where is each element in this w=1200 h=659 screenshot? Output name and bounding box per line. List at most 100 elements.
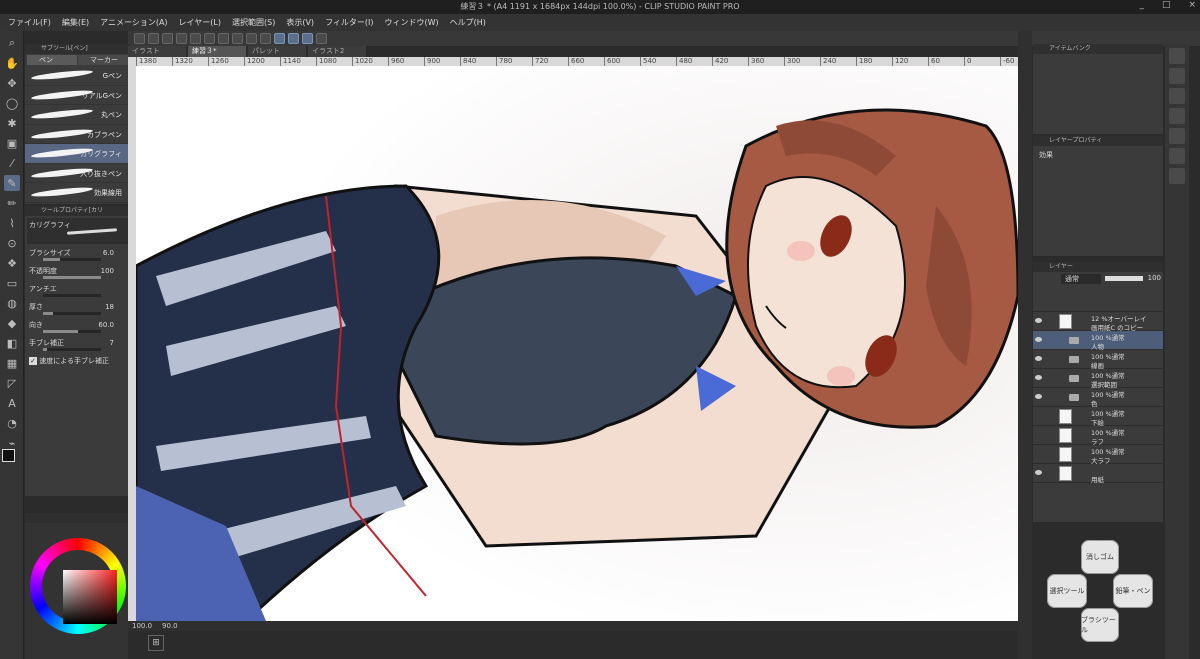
brush-item[interactable]: Gペン [25,66,130,86]
opacity-value[interactable]: 100 [1148,274,1161,282]
undo-icon[interactable] [190,33,201,44]
open-file-icon[interactable] [148,33,159,44]
document-tab[interactable]: 練習３* [188,46,246,57]
eye-icon[interactable] [1035,470,1042,475]
foreground-color[interactable] [2,449,15,462]
info-panel-icon[interactable] [1169,88,1185,104]
save-icon[interactable] [162,33,173,44]
hand-icon[interactable]: ✋ [4,55,20,71]
layer-row[interactable]: 100 %通常色 [1033,388,1163,408]
figure-icon[interactable]: ◧ [4,335,20,351]
settings-icon[interactable] [316,33,327,44]
layer-row[interactable]: 100 %通常 大ラフ [1033,445,1163,465]
dpad-pen-button[interactable]: 鉛筆・ペン [1113,574,1153,608]
airbrush-icon[interactable]: ⊙ [4,235,20,251]
snap-grid-icon[interactable] [302,33,313,44]
brush-item[interactable]: 丸ペン [25,105,130,125]
transform-icon[interactable] [232,33,243,44]
brush-icon[interactable]: ⌇ [4,215,20,231]
dpad-selection-button[interactable]: 選択ツール [1047,574,1087,608]
layer-search-icon[interactable] [1169,168,1185,184]
ruler-icon[interactable]: ◸ [4,375,20,391]
saturation-value-square[interactable] [63,570,117,624]
sub-view-panel-icon[interactable] [1169,68,1185,84]
menu-animation[interactable]: アニメーション(A) [100,17,167,28]
menu-layer[interactable]: レイヤー(L) [179,17,221,28]
snap-special-ruler-icon[interactable] [288,33,299,44]
eye-icon[interactable] [1035,337,1042,342]
navigator-panel-icon[interactable] [1169,48,1185,64]
eye-icon[interactable] [1035,356,1042,361]
eraser-icon[interactable]: ▭ [4,275,20,291]
blend-icon[interactable]: ◍ [4,295,20,311]
gradient-icon[interactable]: ▣ [4,135,20,151]
property-value[interactable]: 100 [101,267,114,275]
property-row[interactable]: アンチエ [25,282,130,300]
print-icon[interactable] [176,33,187,44]
invert-selection-icon[interactable] [260,33,271,44]
menu-window[interactable]: ウィンドウ(W) [385,17,439,28]
fill-icon[interactable]: ◆ [4,315,20,331]
eye-icon[interactable] [1035,394,1042,399]
layer-row[interactable]: 100 %通常 線画 [1033,350,1163,370]
menu-selection[interactable]: 選択範囲(S) [232,17,275,28]
brush-item[interactable]: カブラペン [25,125,130,144]
brush-item[interactable]: リアルGペン [25,86,130,105]
property-row[interactable]: 手ブレ補正 7 [25,336,130,354]
eye-icon[interactable] [1035,318,1042,323]
brush-item[interactable]: カリグラフィ [25,144,130,164]
property-row[interactable]: 厚さ 18 [25,300,130,318]
zoom-icon[interactable]: ⌕ [4,35,20,51]
layer-row[interactable]: 用紙 [1033,464,1163,484]
opacity-slider[interactable] [1105,276,1143,281]
pen-icon[interactable]: ✎ [4,175,20,191]
property-value[interactable]: 7 [110,339,114,347]
maximize-icon[interactable]: □ [1162,0,1171,14]
navigator-icon[interactable]: ⊞ [148,635,164,651]
menu-file[interactable]: ファイル(F) [8,17,51,28]
tab-pen[interactable]: ペン [27,55,77,65]
history-panel-icon[interactable] [1169,128,1185,144]
clear-icon[interactable] [218,33,229,44]
decoration-icon[interactable]: ❖ [4,255,20,271]
text-icon[interactable]: A [4,395,20,411]
layer-row[interactable]: 12 %オーバーレイ 画用紙C のコピー [1033,312,1163,332]
new-file-icon[interactable] [134,33,145,44]
hue-ring[interactable] [30,538,126,634]
redo-icon[interactable] [204,33,215,44]
document-tab[interactable]: イラスト2 [308,46,366,57]
property-slider[interactable] [43,276,101,279]
angle-readout[interactable]: 90.0 [162,621,178,631]
dpad-eraser-button[interactable]: 消しゴム [1081,540,1119,574]
property-value[interactable]: 18 [105,303,114,311]
menu-view[interactable]: 表示(V) [286,17,314,28]
brush-item[interactable]: 入り抜きペン [25,164,130,183]
property-slider[interactable] [43,348,101,351]
frame-icon[interactable]: ▦ [4,355,20,371]
blend-mode-select[interactable]: 通常 [1061,274,1101,284]
eye-icon[interactable] [1035,375,1042,380]
property-slider[interactable] [43,312,101,315]
layer-row[interactable]: 100 %通常 ラフ [1033,426,1163,446]
material-panel-icon[interactable] [1169,108,1185,124]
layer-row[interactable]: 100 %通常 下絵 [1033,407,1163,427]
close-icon[interactable]: × [1188,0,1196,14]
property-row[interactable]: ブラシサイズ 6.0 [25,246,130,264]
property-slider[interactable] [43,258,101,261]
speed-stabilization-row[interactable]: ✓ 速度による手ブレ補正 [25,354,130,372]
layer-row[interactable]: 100 %通常 選択範囲 [1033,369,1163,389]
brush-item[interactable]: 効果線用 [25,183,130,203]
tab-marker[interactable]: マーカー [78,55,128,65]
menu-help[interactable]: ヘルプ(H) [450,17,486,28]
auto-action-icon[interactable] [1169,148,1185,164]
dpad-brush-button[interactable]: ブラシツール [1081,608,1119,642]
balloon-icon[interactable]: ◔ [4,415,20,431]
zoom-readout[interactable]: 100.0 [132,621,152,631]
property-slider[interactable] [43,330,101,333]
speed-stabilization-checkbox[interactable]: ✓ [29,357,37,365]
property-value[interactable]: 6.0 [103,249,114,257]
menu-filter[interactable]: フィルター(I) [325,17,373,28]
lasso-icon[interactable]: ◯ [4,95,20,111]
pencil-icon[interactable]: ✏ [4,195,20,211]
menu-edit[interactable]: 編集(E) [62,17,89,28]
